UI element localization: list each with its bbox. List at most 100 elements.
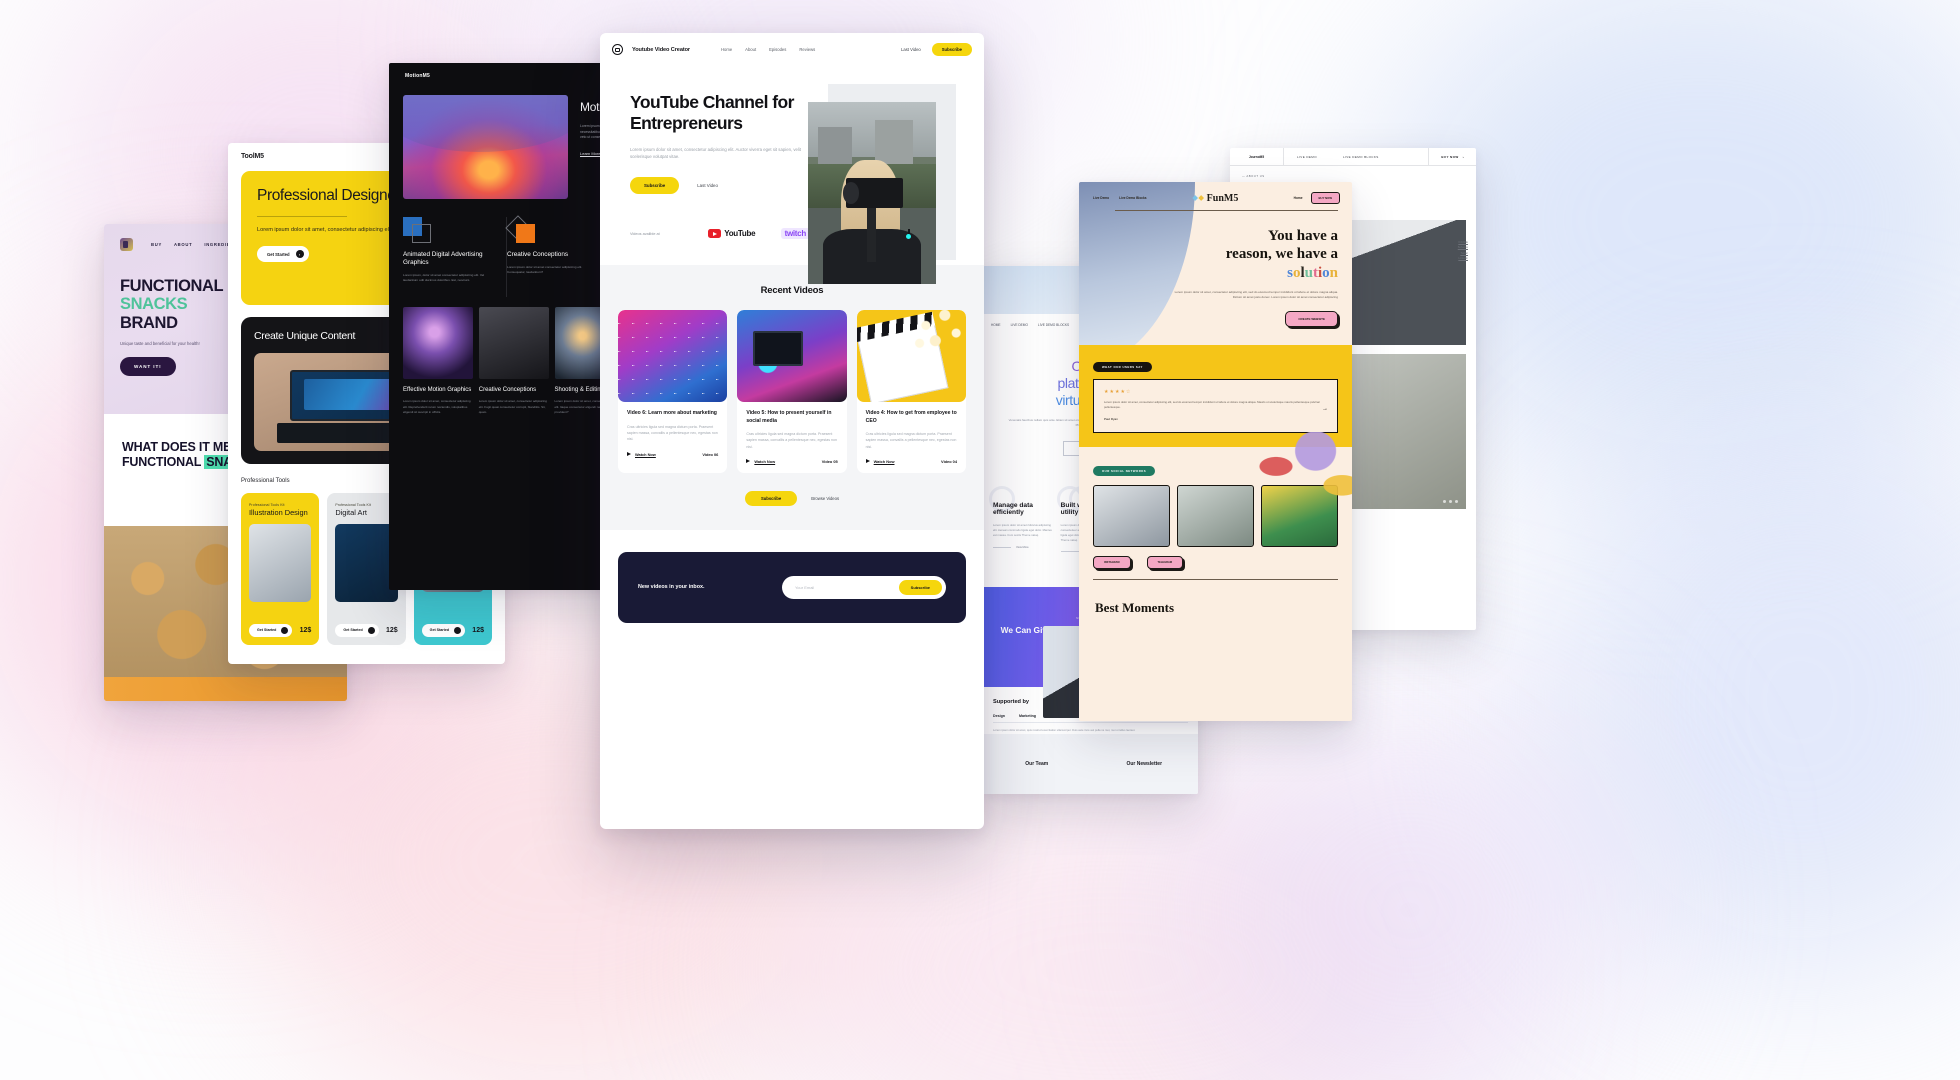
- template-preview-youtube[interactable]: Youtube Video Creator Home About Episode…: [600, 33, 984, 829]
- video-card-body: Video 5: How to present yourself in soci…: [737, 402, 846, 473]
- newsletter-form: Your Email Subscribe: [782, 575, 946, 599]
- funm5-best-moments-title: Best Moments: [1095, 599, 1175, 615]
- funm5-nav-right[interactable]: Home BUY NOW: [1294, 192, 1340, 204]
- play-icon: [627, 452, 631, 456]
- instagram-button[interactable]: INSTAGRAM: [1093, 555, 1131, 569]
- funm5-buy-now-button[interactable]: BUY NOW: [1310, 192, 1340, 204]
- funm5-create-website-button[interactable]: CREATE WEBSITE: [1285, 310, 1338, 327]
- arrow-right-icon: [454, 626, 462, 634]
- video-thumbnail: [618, 310, 728, 403]
- nav-item-about[interactable]: About: [745, 47, 756, 52]
- watch-now-label: Watch Now: [873, 458, 895, 464]
- template-preview-funm5[interactable]: Live Demo Live Demo Blocks FunM5 Home BU…: [1079, 182, 1352, 721]
- arrow-right-icon: [281, 626, 289, 634]
- watch-now-link[interactable]: Watch Now: [746, 459, 775, 464]
- funm5-title-l3: solution: [1287, 264, 1338, 281]
- funm5-nav-left[interactable]: Live Demo Live Demo Blocks: [1093, 196, 1147, 200]
- snacks-nav-item[interactable]: BUY: [151, 242, 162, 247]
- card-get-started-label: Get Started: [257, 628, 277, 633]
- hero-subscribe-button[interactable]: Subscribe: [630, 177, 680, 195]
- funm5-nav[interactable]: Live Demo Live Demo Blocks FunM5 Home BU…: [1079, 182, 1352, 204]
- card-kit-label: Professional Tools Kit: [249, 502, 285, 507]
- hero-buttons: Subscribe Last Video: [630, 177, 812, 195]
- online-nav-item[interactable]: HOME: [991, 323, 1001, 327]
- funm5-nav-item[interactable]: Live Demo: [1093, 196, 1109, 200]
- diamond-icon: [1197, 195, 1204, 201]
- funm5-nav-item[interactable]: Live Demo Blocks: [1119, 196, 1146, 200]
- watch-now-link[interactable]: Watch Now: [627, 452, 656, 457]
- journom5-about-link[interactable]: — ABOUT US: [1230, 166, 1476, 178]
- online-nav-item[interactable]: LIVE DEMO BLOCKS: [1038, 323, 1069, 327]
- card-get-started-button[interactable]: Get Started: [421, 623, 466, 637]
- journom5-buy-now-button[interactable]: BUY NOW ›: [1428, 148, 1476, 165]
- journom5-logo: JournoM5: [1230, 148, 1284, 165]
- snacks-want-it-button[interactable]: WANT IT!: [120, 357, 176, 377]
- carousel-dots[interactable]: [1443, 500, 1458, 503]
- motionm5-feature: Animated Digital Advertising Graphics Lo…: [403, 217, 507, 298]
- nav-subscribe-button[interactable]: Subscribe: [931, 43, 972, 56]
- video-number: Video 06: [702, 451, 719, 457]
- telegram-button[interactable]: TELEGRAM: [1146, 555, 1184, 569]
- video-card[interactable]: Video 5: How to present yourself in soci…: [737, 310, 847, 473]
- nav-last-video-link[interactable]: Last Video: [901, 47, 921, 52]
- newsletter-title: New videos in your inbox.: [638, 584, 705, 591]
- recent-card-list: Video 6: Learn more about marketing Cras…: [618, 310, 966, 473]
- video-title: Video 6: Learn more about marketing: [627, 410, 717, 417]
- chevron-right-icon: ›: [1462, 154, 1464, 159]
- recent-actions: Subscribe Browse Videos: [618, 490, 966, 506]
- social-buttons[interactable]: INSTAGRAM TELEGRAM: [1093, 555, 1338, 569]
- browse-videos-link[interactable]: Browse Videos: [811, 496, 839, 501]
- feature-title: Animated Digital Advertising Graphics: [403, 251, 483, 266]
- funm5-title-l1: You have a: [1267, 228, 1338, 244]
- email-input[interactable]: Your Email: [795, 585, 899, 590]
- journom5-nav[interactable]: JournoM5 LIVE DEMO LIVE DEMO BLOCKS BUY …: [1230, 148, 1476, 166]
- card-get-started-button[interactable]: Get Started: [249, 623, 293, 637]
- online-nav-item[interactable]: LIVE DEMO: [1011, 323, 1028, 327]
- newsletter-subscribe-button[interactable]: Subscribe: [898, 579, 942, 595]
- funm5-home-link[interactable]: Home: [1294, 196, 1303, 200]
- watch-now-link[interactable]: Watch Now: [865, 458, 895, 464]
- tab-design[interactable]: Design: [993, 714, 1005, 718]
- video-card[interactable]: Video 6: Learn more about marketing Cras…: [618, 310, 728, 473]
- brand-strip-label: Videos avalible at: [630, 231, 660, 236]
- snacks-nav-item[interactable]: ABOUT: [174, 242, 192, 247]
- caption-title: Creative Conceptions: [478, 387, 537, 394]
- caption-title: Effective Motion Graphics: [403, 387, 472, 394]
- youtube-brand: Youtube Video Creator: [632, 46, 690, 53]
- video-card[interactable]: Video 4: How to get from employee to CEO…: [856, 310, 966, 473]
- card-get-started-button[interactable]: Get Started: [335, 623, 379, 637]
- card-footer: Get Started 12$: [421, 623, 484, 637]
- brand-youtube-text: YouTube: [724, 229, 756, 239]
- toolm5-get-started-button[interactable]: Get Started ›: [257, 246, 309, 263]
- nav-item-reviews[interactable]: Reviews: [799, 47, 815, 52]
- nav-item-home[interactable]: Home: [721, 47, 732, 52]
- social-link[interactable]: Linkedin: [1458, 256, 1468, 261]
- journom5-social-links[interactable]: Dribbble Behance Twitter Linkedin: [1458, 240, 1468, 262]
- hero-last-video-button[interactable]: Last Video: [685, 177, 730, 194]
- recent-subscribe-button[interactable]: Subscribe: [744, 490, 798, 506]
- social-photo: [1093, 484, 1170, 547]
- popcorn-image: [906, 310, 966, 357]
- toolm5-product-card[interactable]: Professional Tools Kit Illustration Desi…: [241, 492, 320, 645]
- feature-link[interactable]: View More: [993, 546, 1053, 549]
- online-footer: Our Team Our Newsletter: [983, 734, 1198, 794]
- journom5-nav-item[interactable]: LIVE DEMO: [1284, 155, 1330, 159]
- video-thumbnail: [737, 310, 847, 403]
- youtube-nav-links[interactable]: Home About Episodes Reviews: [721, 47, 815, 52]
- journom5-nav-item[interactable]: LIVE DEMO BLOCKS: [1330, 155, 1392, 159]
- video-text: Cras ultricies ligula sed magna dictum p…: [865, 432, 957, 449]
- nav-item-episodes[interactable]: Episodes: [769, 47, 786, 52]
- arrow-right-icon[interactable]: →: [1322, 406, 1328, 412]
- tab-marketing[interactable]: Marketing: [1019, 714, 1036, 718]
- divider: [1115, 210, 1338, 211]
- caption-text: Lorem ipsum dolor sit amet, consectetur …: [478, 399, 547, 414]
- video-title: Video 5: How to present yourself in soci…: [746, 410, 832, 424]
- video-card-body: Video 6: Learn more about marketing Cras…: [618, 402, 727, 465]
- snacks-orange-strip: [104, 677, 347, 701]
- diamond-icon: [1191, 195, 1198, 201]
- card-get-started-label: Get Started: [343, 628, 363, 633]
- youtube-frame-icon: [612, 44, 623, 55]
- hero-text-col: YouTube Channel for Entrepreneurs Lorem …: [600, 92, 812, 195]
- youtube-navbar: Youtube Video Creator Home About Episode…: [600, 33, 984, 66]
- video-number: Video 05: [821, 458, 838, 464]
